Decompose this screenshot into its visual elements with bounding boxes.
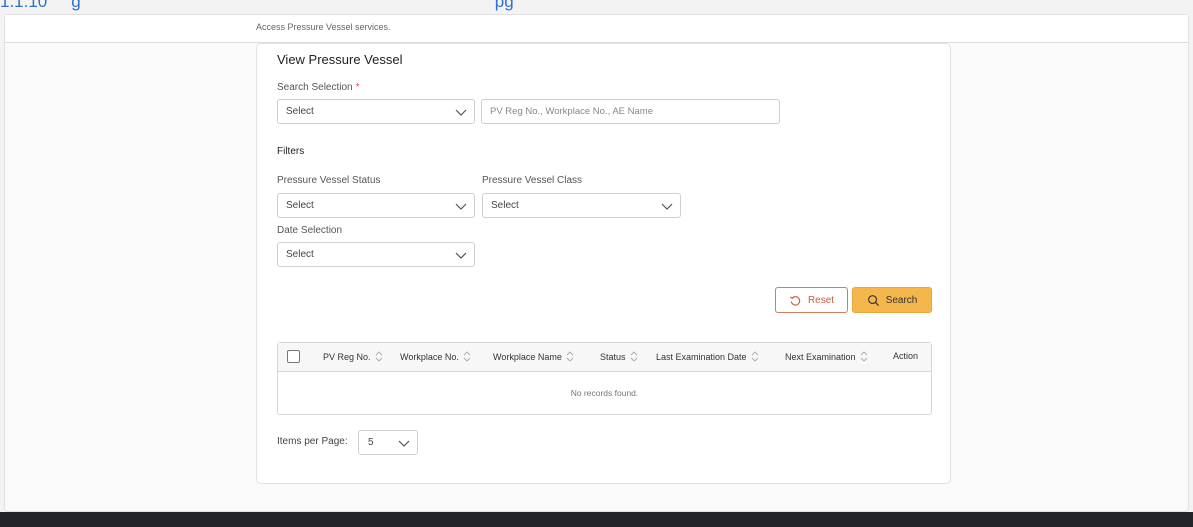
search-input-field[interactable] <box>482 100 779 123</box>
sort-icon <box>751 351 758 362</box>
search-label: Search <box>885 294 918 306</box>
top-caption-mid: g <box>71 0 81 11</box>
sort-icon <box>463 351 471 362</box>
chevron-down-icon <box>455 203 467 210</box>
sort-icon <box>860 351 867 362</box>
col-pv-reg-no[interactable]: PV Reg No. <box>323 351 383 362</box>
col-next-examination[interactable]: Next Examination <box>785 351 868 362</box>
search-selection-label: Search Selection * <box>277 82 360 93</box>
class-value: Select <box>491 200 519 211</box>
sort-icon <box>630 351 637 362</box>
reset-label: Reset <box>807 294 835 306</box>
search-input[interactable] <box>481 99 780 124</box>
top-caption-right: pg <box>494 0 514 11</box>
subtitle-strip: Access Pressure Vessel services. <box>5 15 1188 43</box>
date-value: Select <box>286 249 314 260</box>
items-per-page-select[interactable]: 5 <box>358 430 418 455</box>
card-title: View Pressure Vessel <box>277 52 403 67</box>
class-select[interactable]: Select <box>482 193 681 218</box>
class-label: Pressure Vessel Class <box>482 175 583 186</box>
page-subtitle: Access Pressure Vessel services. <box>256 22 391 32</box>
filters-heading: Filters <box>277 146 305 157</box>
chevron-down-icon <box>455 109 467 116</box>
chevron-down-icon <box>398 440 410 447</box>
search-selection-label-text: Search Selection <box>277 82 353 93</box>
required-mark: * <box>355 82 360 93</box>
chevron-down-icon <box>455 252 467 259</box>
search-button[interactable]: Search <box>852 287 932 313</box>
date-select[interactable]: Select <box>277 242 475 267</box>
results-table: PV Reg No. Workplace No. Workplace Name … <box>277 342 932 415</box>
sort-icon <box>566 351 574 362</box>
search-selection-value: Select <box>286 106 314 117</box>
reset-button[interactable]: Reset <box>775 287 848 313</box>
search-selection-select[interactable]: Select <box>277 99 475 124</box>
col-workplace-name[interactable]: Workplace Name <box>493 351 574 362</box>
status-select[interactable]: Select <box>277 193 475 218</box>
status-value: Select <box>286 200 314 211</box>
chevron-down-icon <box>661 203 673 210</box>
empty-message: No records found. <box>570 388 639 398</box>
table-header: PV Reg No. Workplace No. Workplace Name … <box>278 343 931 372</box>
top-caption-left: 1.1.10 <box>0 0 48 11</box>
select-all-checkbox[interactable] <box>287 350 300 363</box>
footer-bar <box>0 512 1193 527</box>
col-status[interactable]: Status <box>600 351 638 362</box>
items-per-page-label: Items per Page: <box>277 436 348 447</box>
status-label: Pressure Vessel Status <box>277 175 381 186</box>
view-pressure-vessel-card: View Pressure Vessel Search Selection * S… <box>256 43 951 484</box>
col-last-examination-date[interactable]: Last Examination Date <box>656 351 759 362</box>
date-label: Date Selection <box>277 225 343 236</box>
reset-icon <box>789 295 801 306</box>
main-container: Access Pressure Vessel services. View Pr… <box>4 14 1189 512</box>
top-caption: 1.1.10 g pg <box>0 0 514 11</box>
search-icon <box>867 294 879 306</box>
col-workplace-no[interactable]: Workplace No. <box>400 351 471 362</box>
sort-icon <box>375 351 382 362</box>
items-per-page-value: 5 <box>368 437 374 448</box>
col-action: Action <box>893 351 919 361</box>
